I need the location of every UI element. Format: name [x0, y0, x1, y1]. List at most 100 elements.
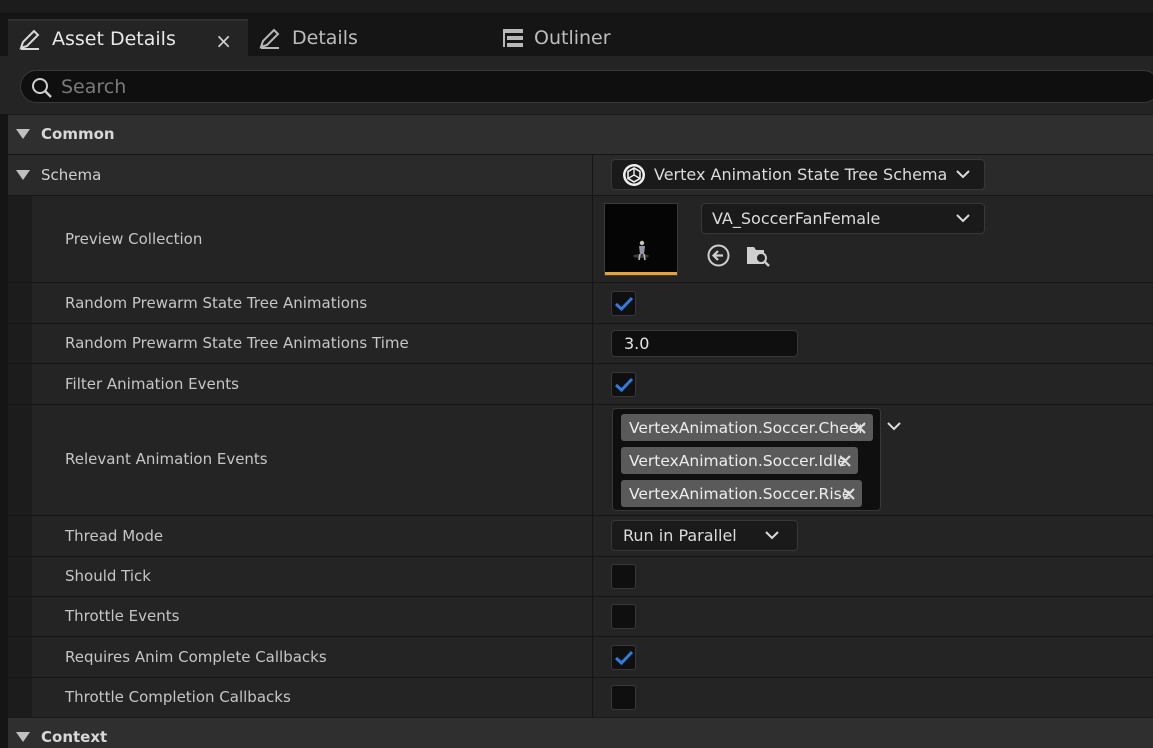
property-row-schema: Schema Vertex Animation State Tree Schem…	[8, 154, 1153, 195]
schema-dropdown[interactable]: Vertex Animation State Tree Schema	[611, 159, 985, 190]
column-divider	[592, 324, 593, 363]
chevron-down-icon[interactable]	[887, 421, 901, 431]
column-divider	[592, 557, 593, 596]
close-icon[interactable]: ×	[215, 29, 232, 53]
property-row-relevant-events: Relevant Animation Events	[8, 404, 1153, 515]
requires-callbacks-checkbox[interactable]	[611, 645, 636, 670]
row-indent	[8, 557, 32, 596]
property-row-should-tick: Should Tick	[8, 556, 1153, 596]
chevron-down-icon	[956, 214, 970, 223]
filter-events-label: Filter Animation Events	[65, 375, 239, 393]
schema-value: Vertex Animation State Tree Schema	[654, 165, 948, 184]
thread-mode-label: Thread Mode	[65, 527, 164, 545]
remove-tag-icon[interactable]	[853, 421, 867, 435]
property-row-random-prewarm-time: Random Prewarm State Tree Animations Tim…	[8, 323, 1153, 363]
asset-thumbnail[interactable]	[604, 203, 678, 276]
row-indent	[8, 196, 32, 282]
category-common[interactable]: Common	[8, 114, 1153, 154]
column-divider	[592, 405, 593, 515]
row-indent	[8, 324, 32, 363]
random-prewarm-time-label: Random Prewarm State Tree Animations Tim…	[65, 334, 409, 352]
tab-asset-details-label: Asset Details	[52, 27, 176, 50]
tag-chip: VertexAnimation.Soccer.Idle	[621, 447, 858, 474]
row-indent	[8, 405, 32, 515]
column-divider	[592, 196, 593, 282]
tab-outliner-label: Outliner	[534, 26, 611, 49]
column-divider	[592, 364, 593, 404]
category-context[interactable]: Context	[8, 717, 1153, 748]
property-row-throttle-completion: Throttle Completion Callbacks	[8, 677, 1153, 717]
search-icon	[32, 78, 52, 98]
throttle-completion-label: Throttle Completion Callbacks	[65, 688, 291, 706]
expand-arrow-icon[interactable]	[16, 170, 30, 180]
tag-label: VertexAnimation.Soccer.Idle	[629, 451, 847, 470]
tab-asset-details[interactable]: Asset Details ×	[8, 19, 248, 56]
requires-callbacks-label: Requires Anim Complete Callbacks	[65, 648, 327, 666]
tag-chip: VertexAnimation.Soccer.Rise	[621, 480, 862, 507]
window-top-strip	[0, 0, 1153, 14]
column-divider	[592, 155, 593, 195]
property-row-throttle-events: Throttle Events	[8, 596, 1153, 636]
checkmark-icon	[615, 296, 633, 312]
tab-outliner[interactable]: Outliner	[502, 19, 702, 56]
throttle-events-label: Throttle Events	[65, 607, 180, 625]
row-indent	[8, 637, 32, 677]
throttle-events-checkbox[interactable]	[611, 604, 636, 629]
property-row-thread-mode: Thread Mode Run in Parallel	[8, 515, 1153, 556]
preview-collection-value: VA_SoccerFanFemale	[712, 209, 881, 228]
expand-arrow-icon[interactable]	[16, 129, 30, 139]
row-indent	[8, 283, 32, 323]
character-thumbnail-icon	[633, 240, 649, 261]
pencil-icon	[259, 28, 280, 49]
column-divider	[592, 516, 593, 556]
relevant-events-label: Relevant Animation Events	[65, 450, 268, 468]
thread-mode-dropdown[interactable]: Run in Parallel	[611, 520, 798, 551]
checkmark-icon	[615, 377, 633, 393]
remove-tag-icon[interactable]	[838, 454, 852, 468]
column-divider	[592, 597, 593, 636]
property-row-filter-events: Filter Animation Events	[8, 363, 1153, 404]
use-selected-arrow-icon[interactable]	[706, 243, 731, 268]
pencil-icon	[19, 29, 40, 50]
tab-details-label: Details	[292, 26, 358, 49]
random-prewarm-label: Random Prewarm State Tree Animations	[65, 294, 368, 312]
random-prewarm-checkbox[interactable]	[611, 291, 636, 316]
random-prewarm-time-field[interactable]: 3.0	[611, 330, 798, 357]
tag-label: VertexAnimation.Soccer.Cheer	[629, 418, 865, 437]
category-context-label: Context	[41, 728, 108, 746]
preview-collection-dropdown[interactable]: VA_SoccerFanFemale	[701, 203, 985, 234]
should-tick-label: Should Tick	[65, 567, 151, 585]
thread-mode-value: Run in Parallel	[623, 526, 737, 545]
column-divider	[592, 283, 593, 323]
should-tick-checkbox[interactable]	[611, 564, 636, 589]
category-common-label: Common	[41, 125, 115, 143]
browse-folder-icon[interactable]	[745, 243, 771, 268]
tag-label: VertexAnimation.Soccer.Rise	[629, 484, 852, 503]
unreal-logo-icon	[623, 164, 645, 186]
row-indent	[8, 678, 32, 717]
column-divider	[592, 678, 593, 717]
row-indent	[8, 364, 32, 404]
chevron-down-icon	[956, 170, 970, 179]
row-indent	[8, 597, 32, 636]
tag-container[interactable]: VertexAnimation.Soccer.Cheer VertexAnima…	[612, 408, 881, 511]
property-row-requires-callbacks: Requires Anim Complete Callbacks	[8, 636, 1153, 677]
row-indent	[8, 516, 32, 556]
filter-events-checkbox[interactable]	[611, 372, 636, 397]
column-divider	[592, 637, 593, 677]
remove-tag-icon[interactable]	[842, 487, 856, 501]
search-input[interactable]	[61, 71, 1061, 102]
outliner-list-icon	[503, 28, 523, 47]
tag-chip: VertexAnimation.Soccer.Cheer	[621, 414, 873, 441]
search-row	[0, 56, 1153, 114]
property-row-random-prewarm: Random Prewarm State Tree Animations	[8, 282, 1153, 323]
checkmark-icon	[615, 650, 633, 666]
search-box[interactable]	[20, 70, 1153, 103]
throttle-completion-checkbox[interactable]	[611, 685, 636, 710]
expand-arrow-icon[interactable]	[16, 732, 30, 742]
thumbnail-type-bar	[605, 272, 677, 275]
chevron-down-icon	[765, 531, 779, 540]
tab-details[interactable]: Details	[258, 19, 478, 56]
tab-bar: Asset Details × Details Outliner	[0, 14, 1153, 56]
preview-collection-label: Preview Collection	[65, 230, 203, 248]
